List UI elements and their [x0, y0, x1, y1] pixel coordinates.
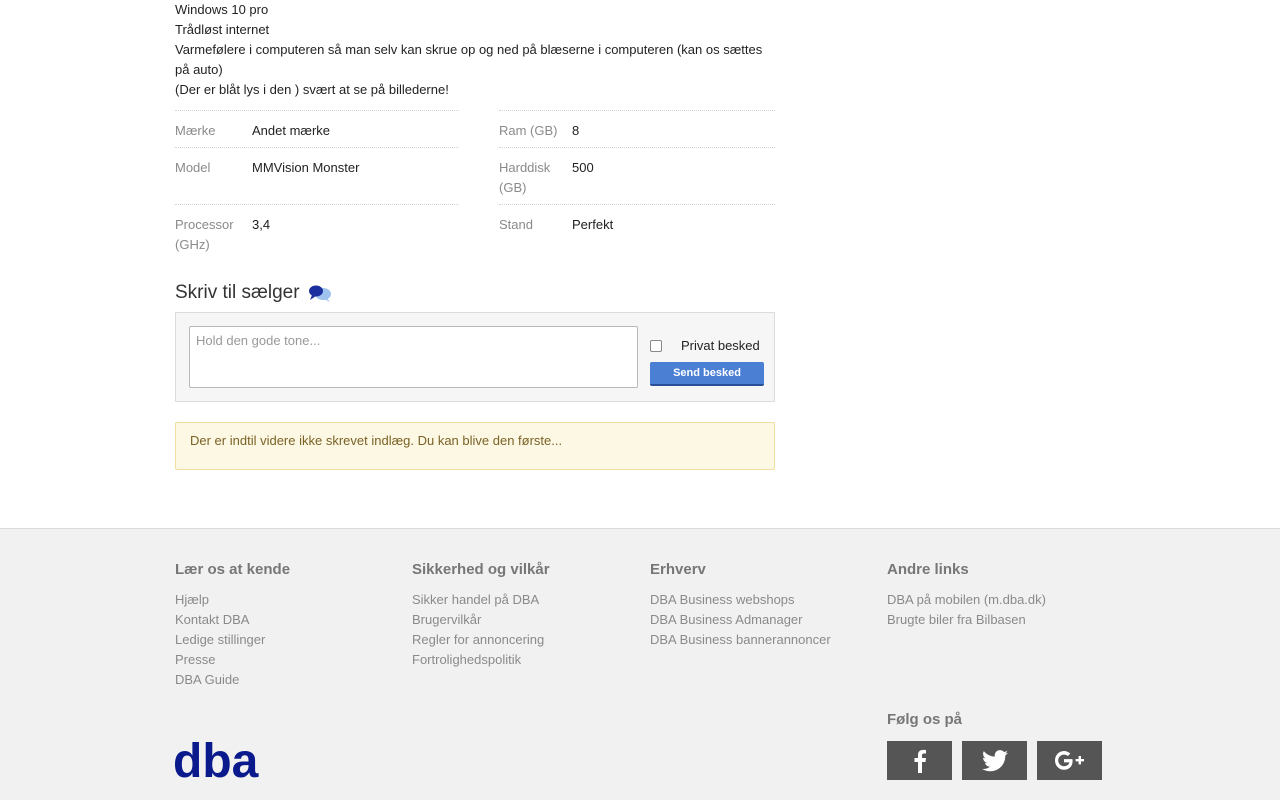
- footer-column-about: Lær os at kende Hjælp Kontakt DBA Ledige…: [175, 561, 290, 690]
- spec-row: Processor (GHz) 3,4: [175, 204, 459, 261]
- chat-bubbles-icon: [308, 284, 332, 302]
- spec-value: Andet mærke: [252, 123, 331, 138]
- footer-link[interactable]: Presse: [175, 650, 290, 670]
- footer-link[interactable]: Brugervilkår: [412, 610, 550, 630]
- footer-link[interactable]: DBA Business webshops: [650, 590, 831, 610]
- spec-row: Stand Perfekt: [499, 204, 775, 261]
- spec-value: 8: [572, 123, 580, 138]
- footer: Lær os at kende Hjælp Kontakt DBA Ledige…: [0, 528, 1280, 800]
- specs-column-right: Ram (GB) 8 Harddisk (GB) 500 Stand Perfe…: [499, 110, 775, 261]
- spec-key: Mærke: [175, 123, 216, 138]
- footer-link[interactable]: Sikker handel på DBA: [412, 590, 550, 610]
- message-textarea[interactable]: [189, 326, 638, 388]
- footer-link[interactable]: DBA på mobilen (m.dba.dk): [887, 590, 1046, 610]
- footer-link[interactable]: DBA Guide: [175, 670, 290, 690]
- footer-column-business: Erhverv DBA Business webshops DBA Busine…: [650, 561, 831, 650]
- private-message-checkbox[interactable]: [650, 340, 662, 352]
- footer-link[interactable]: Brugte biler fra Bilbasen: [887, 610, 1046, 630]
- spec-row: Harddisk (GB) 500: [499, 147, 775, 204]
- follow-us-label: Følg os på: [887, 711, 962, 728]
- description-line: Varmefølere i computeren så man selv kan…: [175, 42, 763, 77]
- footer-heading: Andre links: [887, 561, 969, 578]
- spec-value: MMVision Monster: [252, 160, 360, 175]
- specs-column-left: Mærke Andet mærke Model MMVision Monster…: [175, 110, 459, 261]
- footer-link[interactable]: DBA Business Admanager: [650, 610, 831, 630]
- footer-heading: Sikkerhed og vilkår: [412, 561, 550, 578]
- description-line: Windows 10 pro: [175, 2, 269, 17]
- message-title-text: Skriv til sælger: [175, 282, 300, 303]
- spec-value: 3,4: [252, 217, 271, 232]
- footer-link[interactable]: Kontakt DBA: [175, 610, 290, 630]
- footer-link[interactable]: DBA Business bannerannoncer: [650, 630, 831, 650]
- message-form: Privat besked Send besked: [175, 312, 775, 402]
- footer-link[interactable]: Hjælp: [175, 590, 290, 610]
- spec-key: Stand: [499, 217, 533, 232]
- footer-link[interactable]: Fortrolighedspolitik: [412, 650, 550, 670]
- description-line: (Der er blåt lys i den ) svært at se på …: [175, 82, 449, 97]
- spec-row: Mærke Andet mærke: [175, 110, 459, 147]
- footer-heading: Erhverv: [650, 561, 706, 578]
- private-message-label[interactable]: Privat besked: [681, 338, 760, 353]
- no-comments-notice: Der er indtil videre ikke skrevet indlæg…: [175, 422, 775, 470]
- listing-description: Windows 10 pro Trådløst internet Varmefø…: [175, 0, 775, 100]
- facebook-icon[interactable]: [887, 741, 952, 780]
- svg-text:dba: dba: [173, 737, 259, 781]
- footer-link[interactable]: Regler for annoncering: [412, 630, 550, 650]
- spec-key: Harddisk (GB): [499, 160, 551, 195]
- spec-key: Model: [175, 160, 211, 175]
- spec-row: Ram (GB) 8: [499, 110, 775, 147]
- message-section-title: Skriv til sælger: [175, 282, 332, 304]
- description-line: Trådløst internet: [175, 22, 270, 37]
- footer-column-safety: Sikkerhed og vilkår Sikker handel på DBA…: [412, 561, 550, 670]
- google-plus-icon[interactable]: [1037, 741, 1102, 780]
- spec-key: Ram (GB): [499, 123, 558, 138]
- footer-link[interactable]: Ledige stillinger: [175, 630, 290, 650]
- footer-heading: Lær os at kende: [175, 561, 291, 578]
- spec-value: 500: [572, 160, 594, 175]
- footer-column-other: Andre links DBA på mobilen (m.dba.dk) Br…: [887, 561, 1046, 630]
- spec-value: Perfekt: [572, 217, 614, 232]
- send-message-button[interactable]: Send besked: [650, 362, 764, 386]
- twitter-icon[interactable]: [962, 741, 1027, 780]
- spec-key: Processor (GHz): [175, 217, 234, 252]
- spec-row: Model MMVision Monster: [175, 147, 459, 204]
- dba-logo[interactable]: dba: [173, 735, 267, 788]
